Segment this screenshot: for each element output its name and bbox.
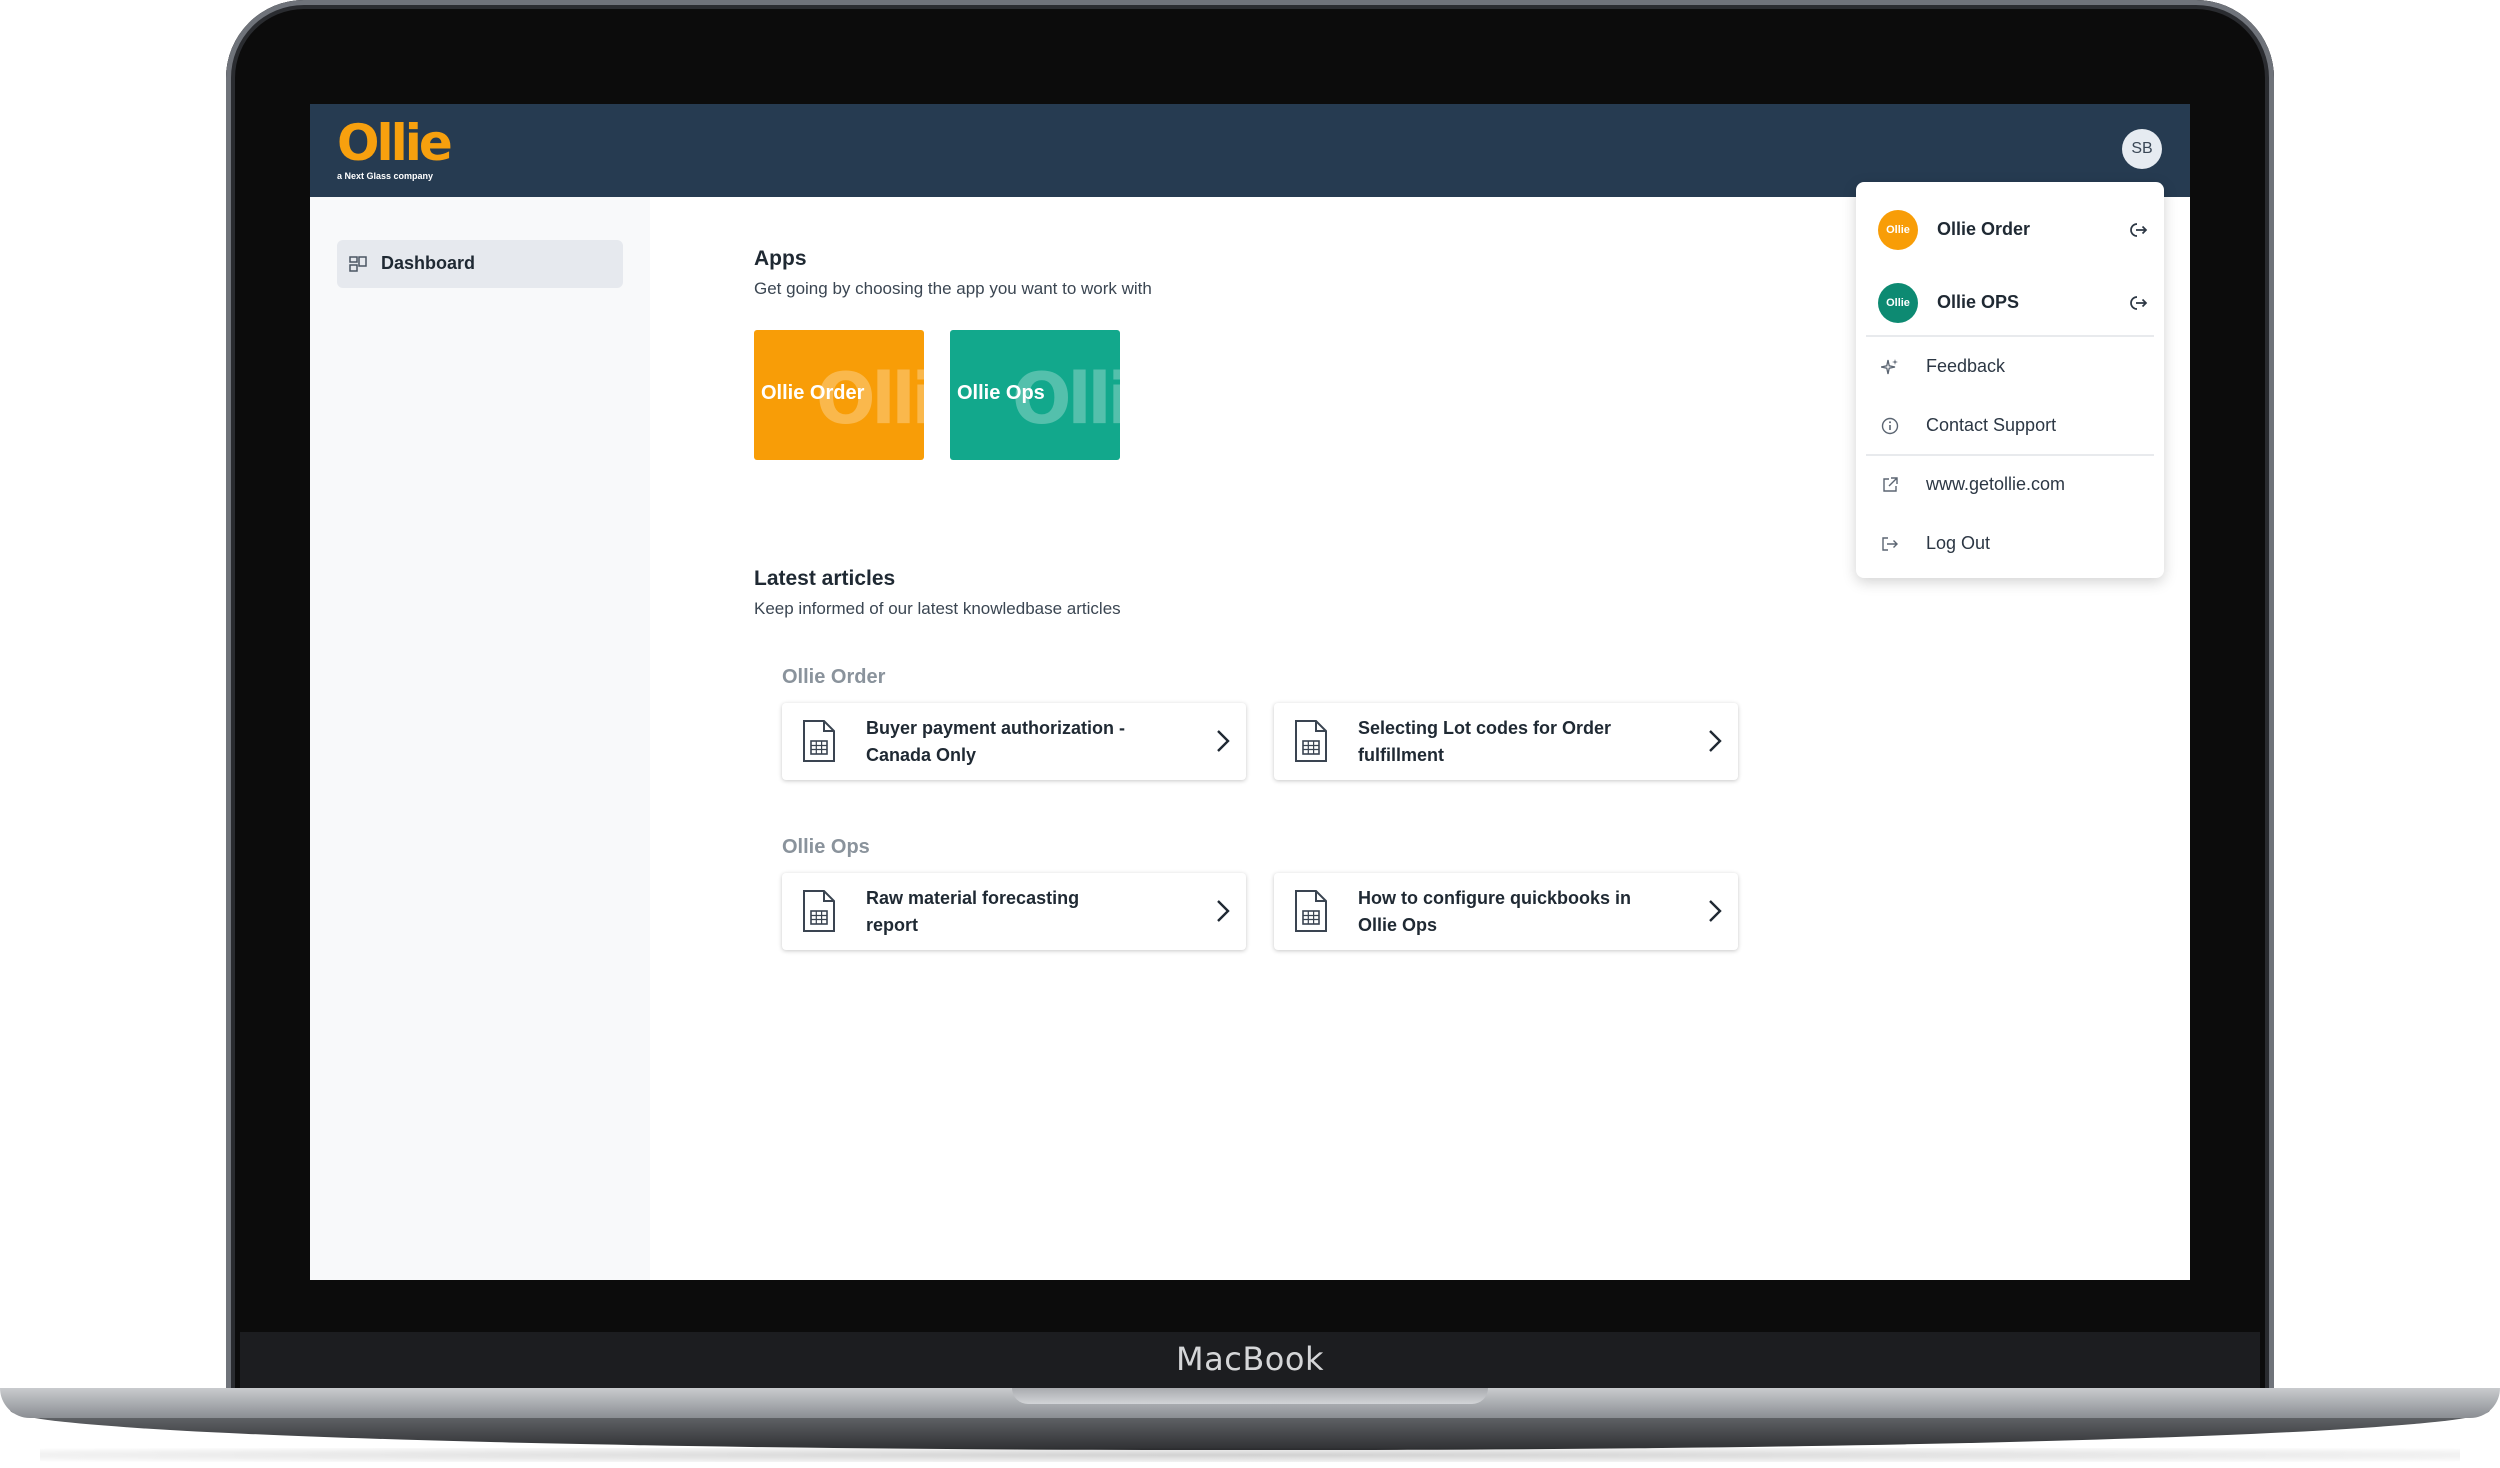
switch-app-icon[interactable] — [2130, 294, 2148, 312]
sidebar-item-dashboard[interactable]: Dashboard — [337, 240, 623, 288]
article-title: Selecting Lot codes for Order fulfillmen… — [1358, 718, 1612, 765]
sidebar-item-label: Dashboard — [381, 253, 476, 273]
document-icon — [1295, 720, 1327, 762]
user-menu-app-ollie-order[interactable]: Ollie Ollie Order — [1856, 200, 2164, 260]
app-tile-ollie-ops[interactable]: Ollie Ollie Ops — [950, 330, 1120, 460]
ollie-ops-app-icon: Ollie — [1878, 283, 1918, 323]
apps-heading: Apps — [754, 247, 807, 270]
menu-item-label: Log Out — [1926, 533, 1991, 553]
switch-app-icon[interactable] — [2130, 221, 2148, 239]
tile-label: Ollie Order — [761, 382, 865, 404]
logout-icon — [1882, 537, 1898, 551]
device-brand-label: MacBook — [1176, 1340, 1324, 1378]
laptop-shadow — [40, 1448, 2460, 1462]
articles-heading: Latest articles — [754, 567, 896, 590]
document-icon — [803, 720, 835, 762]
menu-divider — [1866, 335, 2154, 337]
apps-subtitle: Get going by choosing the app you want t… — [754, 279, 1152, 298]
menu-item-label: www.getollie.com — [1926, 474, 2066, 494]
app-tile-ollie-order[interactable]: Ollie Ollie Order — [754, 330, 924, 460]
article-card[interactable]: Selecting Lot codes for Order fulfillmen… — [1274, 703, 1738, 780]
user-menu-dropdown: Ollie Ollie Order Ollie Ollie OPS Feedba… — [1856, 182, 2164, 578]
menu-item-log-out[interactable]: Log Out — [1856, 519, 2164, 569]
ollie-order-app-icon: Ollie — [1878, 210, 1918, 250]
document-icon — [803, 890, 835, 932]
tile-label: Ollie Ops — [957, 382, 1045, 404]
external-link-icon — [1883, 477, 1898, 492]
article-title: How to configure quickbooks in Ollie Ops — [1358, 888, 1632, 935]
user-menu-app-label: Ollie OPS — [1937, 292, 2020, 312]
chevron-right-icon — [1709, 730, 1722, 752]
ollie-logo[interactable]: Ollie — [337, 114, 453, 172]
article-card[interactable]: Raw material forecasting report — [782, 873, 1246, 950]
logo-subtext: a Next Glass company — [337, 171, 434, 181]
article-card[interactable]: How to configure quickbooks in Ollie Ops — [1274, 873, 1738, 950]
menu-item-label: Contact Support — [1926, 415, 2057, 435]
articles-subtitle: Keep informed of our latest knowledbase … — [754, 599, 1121, 618]
info-icon — [1881, 417, 1899, 435]
document-icon — [1295, 890, 1327, 932]
app-screen: Ollie a Next Glass company SB Dashboard … — [310, 104, 2190, 1280]
menu-item-website[interactable]: www.getollie.com — [1856, 460, 2164, 510]
menu-divider — [1866, 454, 2154, 456]
chevron-right-icon — [1217, 900, 1230, 922]
dashboard-icon — [349, 256, 367, 272]
menu-item-contact-support[interactable]: Contact Support — [1856, 401, 2164, 451]
article-group-title: Ollie Order — [782, 666, 886, 688]
user-avatar[interactable]: SB — [2122, 129, 2162, 169]
menu-item-label: Feedback — [1926, 356, 2006, 376]
chevron-right-icon — [1217, 730, 1230, 752]
menu-item-feedback[interactable]: Feedback — [1856, 342, 2164, 392]
user-menu-app-label: Ollie Order — [1937, 219, 2031, 239]
article-group-title: Ollie Ops — [782, 836, 870, 858]
laptop-notch — [1012, 1388, 1488, 1404]
article-title: Buyer payment authorization - Canada Onl… — [866, 718, 1126, 765]
sidebar: Dashboard — [310, 197, 650, 1280]
chevron-right-icon — [1709, 900, 1722, 922]
article-title: Raw material forecasting report — [866, 888, 1080, 935]
sparkle-icon — [1881, 359, 1898, 375]
user-menu-app-ollie-ops[interactable]: Ollie Ollie OPS — [1856, 273, 2164, 333]
article-card[interactable]: Buyer payment authorization - Canada Onl… — [782, 703, 1246, 780]
